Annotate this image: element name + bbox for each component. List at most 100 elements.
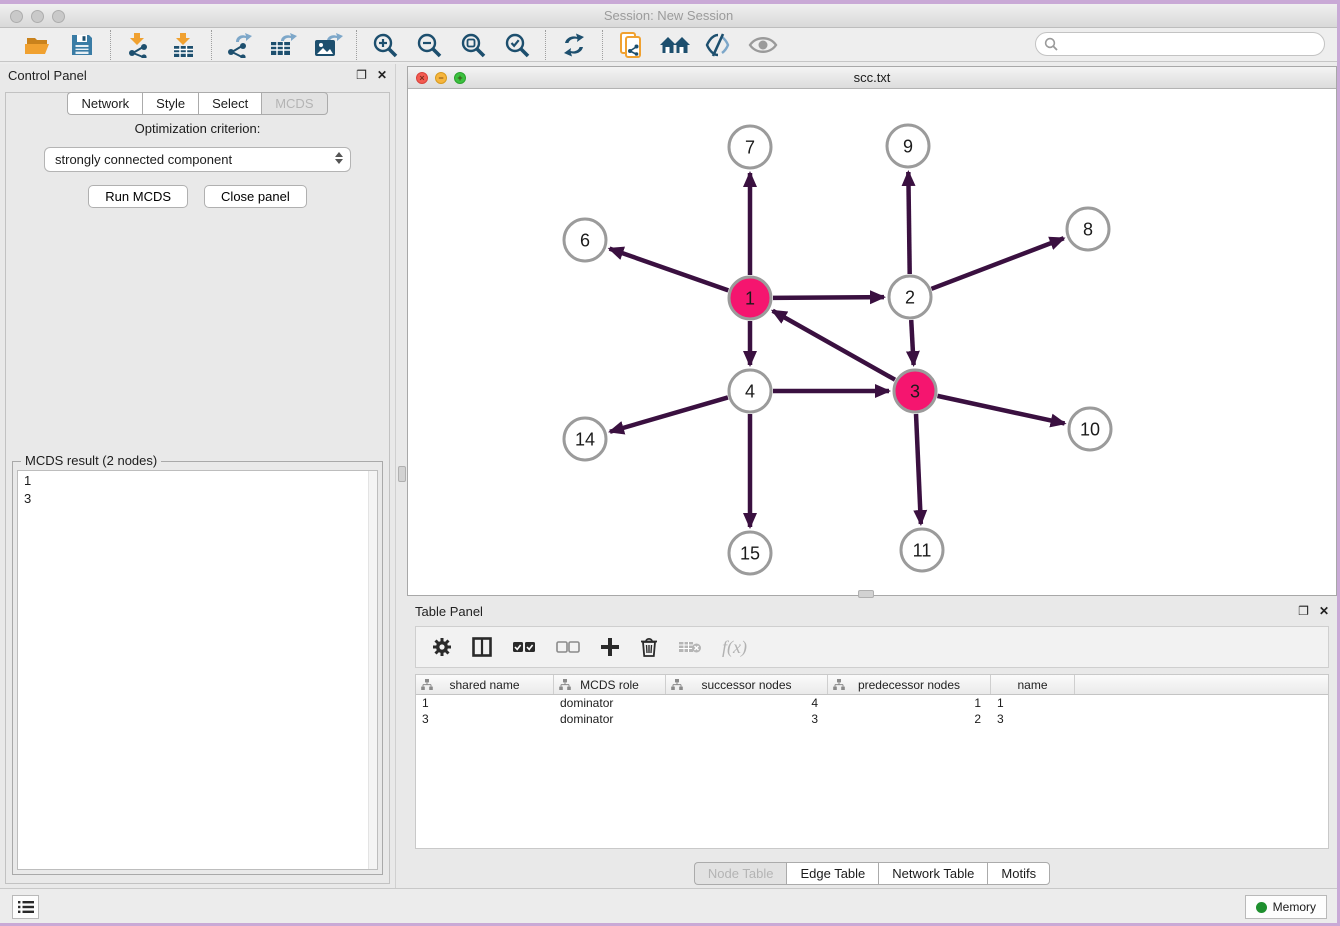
node-label-15: 15 (740, 543, 760, 563)
column-header-name[interactable]: name (991, 675, 1075, 694)
columns-icon (472, 637, 492, 657)
tab-style[interactable]: Style (142, 92, 198, 115)
cell-successor-nodes[interactable]: 3 (666, 711, 828, 727)
list-icon (18, 900, 34, 914)
float-table-panel-icon[interactable]: ❐ (1298, 605, 1309, 617)
hide-graphics-details-button[interactable] (703, 31, 735, 59)
show-columns-button[interactable] (472, 637, 492, 657)
table-settings-button[interactable] (432, 637, 452, 657)
optimization-criterion-label: Optimization criterion: (6, 121, 389, 136)
add-row-button[interactable] (600, 637, 620, 657)
edge-2-8[interactable] (931, 238, 1063, 289)
result-scrollbar[interactable] (368, 471, 377, 869)
tab-motifs[interactable]: Motifs (987, 862, 1050, 885)
table-row[interactable]: 3dominator323 (416, 711, 1328, 727)
tab-mcds[interactable]: MCDS (261, 92, 327, 115)
node-label-4: 4 (745, 381, 755, 401)
save-floppy-icon (70, 33, 94, 57)
memory-button[interactable]: Memory (1245, 895, 1327, 919)
refresh-icon (561, 32, 587, 58)
column-header-filler (1075, 675, 1328, 694)
zoom-out-button[interactable] (413, 31, 445, 59)
vertical-splitter-handle[interactable] (398, 466, 406, 482)
home-view-button[interactable] (659, 31, 691, 59)
delete-rows-button[interactable] (640, 637, 658, 657)
table-row[interactable]: 1dominator411 (416, 695, 1328, 711)
trash-icon (640, 637, 658, 657)
tab-network[interactable]: Network (67, 92, 142, 115)
import-table-button[interactable] (167, 31, 199, 59)
table-panel-title: Table Panel (415, 604, 483, 619)
cell-name[interactable]: 1 (991, 695, 1075, 711)
tab-node-table[interactable]: Node Table (694, 862, 787, 885)
horizontal-splitter-handle[interactable] (858, 590, 874, 598)
cell-predecessor-nodes[interactable]: 2 (828, 711, 991, 727)
edge-3-1[interactable] (773, 311, 895, 380)
export-image-button[interactable] (312, 31, 344, 59)
edge-1-6[interactable] (610, 249, 729, 291)
cell-successor-nodes[interactable]: 4 (666, 695, 828, 711)
cell-shared-name[interactable]: 1 (416, 695, 554, 711)
cell-MCDS-role[interactable]: dominator (554, 711, 666, 727)
edge-2-3[interactable] (911, 320, 913, 365)
close-panel-button[interactable]: Close panel (204, 185, 307, 208)
export-network-button[interactable] (224, 31, 256, 59)
edge-1-2[interactable] (773, 297, 884, 298)
node-label-10: 10 (1080, 419, 1100, 439)
close-table-panel-icon[interactable]: ✕ (1319, 605, 1329, 617)
memory-status-icon (1256, 902, 1267, 913)
attribute-type-icon (833, 679, 845, 691)
edge-3-10[interactable] (937, 396, 1064, 424)
network-window-titlebar[interactable]: × − + scc.txt (408, 67, 1336, 89)
column-header-successor-nodes[interactable]: successor nodes (666, 675, 828, 694)
edge-4-14[interactable] (610, 397, 728, 431)
close-panel-icon[interactable]: ✕ (377, 69, 387, 81)
cell-predecessor-nodes[interactable]: 1 (828, 695, 991, 711)
export-table-button[interactable] (268, 31, 300, 59)
status-bar: Memory (0, 888, 1337, 923)
zoom-out-icon (415, 31, 443, 59)
search-icon (1044, 37, 1058, 51)
node-label-14: 14 (575, 429, 595, 449)
network-canvas[interactable]: 7968124314101511 (408, 89, 1336, 595)
edge-3-11[interactable] (916, 414, 921, 524)
zoom-selected-button[interactable] (501, 31, 533, 59)
select-all-rows-button[interactable] (512, 640, 536, 654)
open-session-button[interactable] (22, 31, 54, 59)
delete-table-button[interactable] (678, 639, 702, 655)
run-mcds-button[interactable]: Run MCDS (88, 185, 188, 208)
float-panel-icon[interactable]: ❐ (356, 69, 367, 81)
zoom-selected-icon (503, 31, 531, 59)
cell-MCDS-role[interactable]: dominator (554, 695, 666, 711)
zoom-in-button[interactable] (369, 31, 401, 59)
application-window: Session: New Session (0, 4, 1337, 923)
clone-network-button[interactable] (615, 31, 647, 59)
node-label-11: 11 (913, 540, 932, 560)
refresh-network-button[interactable] (558, 31, 590, 59)
import-network-button[interactable] (123, 31, 155, 59)
zoom-fit-button[interactable] (457, 31, 489, 59)
export-image-icon (313, 32, 343, 58)
cell-shared-name[interactable]: 3 (416, 711, 554, 727)
main-toolbar (0, 28, 1337, 62)
node-label-2: 2 (905, 287, 915, 307)
import-table-icon (170, 32, 196, 58)
cell-name[interactable]: 3 (991, 711, 1075, 727)
column-header-MCDS-role[interactable]: MCDS role (554, 675, 666, 694)
show-graphics-details-button[interactable] (747, 31, 779, 59)
optimization-criterion-select[interactable]: strongly connected component (44, 147, 351, 172)
tab-network-table[interactable]: Network Table (878, 862, 987, 885)
save-session-button[interactable] (66, 31, 98, 59)
edge-2-9[interactable] (908, 172, 909, 274)
tab-select[interactable]: Select (198, 92, 261, 115)
column-header-shared-name[interactable]: shared name (416, 675, 554, 694)
tab-edge-table[interactable]: Edge Table (786, 862, 878, 885)
deselect-all-rows-button[interactable] (556, 640, 580, 654)
column-header-predecessor-nodes[interactable]: predecessor nodes (828, 675, 991, 694)
import-network-icon (126, 32, 152, 58)
task-history-button[interactable] (12, 895, 39, 919)
search-input[interactable] (1063, 37, 1316, 51)
node-label-7: 7 (745, 137, 755, 157)
mcds-result-list[interactable]: 13 (17, 470, 378, 870)
apply-function-button[interactable]: f(x) (722, 637, 747, 658)
